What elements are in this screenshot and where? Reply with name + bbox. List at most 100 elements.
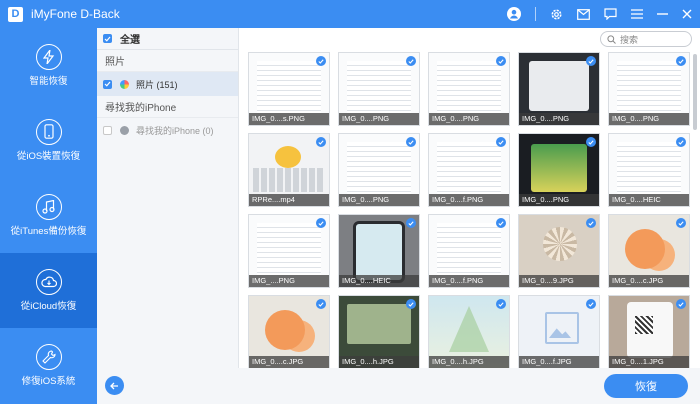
tile-checkbox[interactable] [406, 299, 416, 309]
photo-tile[interactable]: IMG_0....PNG [518, 133, 600, 207]
tile-checkbox[interactable] [676, 218, 686, 228]
wrench-icon [35, 343, 62, 370]
minimize-icon[interactable] [657, 9, 668, 19]
search-icon [607, 34, 616, 44]
photo-tile[interactable]: IMG_0....c.JPG [608, 214, 690, 288]
photo-tile[interactable]: IMG_0....f.PNG [428, 214, 510, 288]
photo-tile[interactable]: IMG_0....HEIC [338, 214, 420, 288]
sidebar-item-itunes-backup[interactable]: 從iTunes備份恢復 [0, 178, 97, 253]
photo-tile[interactable]: IMG_0....PNG [518, 52, 600, 126]
mail-icon[interactable] [577, 8, 590, 20]
tile-checkbox[interactable] [496, 299, 506, 309]
account-icon[interactable] [507, 7, 521, 21]
sidebar-item-repair-ios[interactable]: 修復iOS系統 [0, 328, 97, 403]
tile-checkbox[interactable] [496, 218, 506, 228]
tile-checkbox[interactable] [406, 137, 416, 147]
sidebar-item-smart-recovery[interactable]: 智能恢復 [0, 28, 97, 103]
photo-tile[interactable]: IMG_0....1.JPG [608, 295, 690, 369]
find-iphone-checkbox[interactable] [103, 125, 112, 135]
photo-tile[interactable]: RPRe....mp4 [248, 133, 330, 207]
titlebar-controls [507, 0, 692, 28]
sidebar-item-ios-device[interactable]: 從iOS裝置恢復 [0, 103, 97, 178]
tile-filename: IMG_0....s.PNG [249, 113, 329, 125]
find-iphone-icon [120, 125, 129, 135]
find-iphone-item-label: 尋找我的iPhone (0) [136, 125, 214, 136]
settings-icon[interactable] [550, 8, 563, 21]
tile-filename: IMG_0....9.JPG [519, 275, 599, 287]
tile-filename: IMG_0....h.JPG [339, 356, 419, 368]
tile-filename: IMG_0....HEIC [339, 275, 419, 287]
tile-checkbox[interactable] [586, 299, 596, 309]
photo-grid: IMG_0....s.PNG IMG_0....PNG IMG_0....PNG IM… [248, 52, 694, 369]
photos-app-icon [120, 79, 129, 89]
category-tree: 全選 照片 照片 (151) 尋找我的iPhone 尋找我的iPhone (0) [97, 28, 239, 376]
tile-checkbox[interactable] [316, 299, 326, 309]
tile-checkbox[interactable] [316, 56, 326, 66]
photo-tile[interactable]: IMG_....PNG [248, 214, 330, 288]
photo-tile[interactable]: IMG_0....h.JPG [338, 295, 420, 369]
music-icon [35, 193, 62, 220]
recover-button[interactable]: 恢復 [604, 374, 688, 398]
photo-tile[interactable]: IMG_0....PNG [608, 52, 690, 126]
photo-tile[interactable]: IMG_0....h.JPG [428, 295, 510, 369]
photo-tile[interactable]: IMG_0....c.JPG [248, 295, 330, 369]
search-box[interactable]: 搜索 [600, 31, 692, 47]
tile-checkbox[interactable] [406, 218, 416, 228]
photo-tile[interactable]: IMG_0....PNG [338, 133, 420, 207]
cloud-icon [35, 268, 62, 295]
photo-tile[interactable]: IMG_0....f.PNG [428, 133, 510, 207]
photo-tile[interactable]: IMG_0....HEIC [608, 133, 690, 207]
phone-icon [35, 118, 62, 145]
tile-filename: IMG_....PNG [249, 275, 329, 287]
app-logo: D [8, 6, 23, 22]
tile-checkbox[interactable] [586, 137, 596, 147]
sidebar-item-label: 修復iOS系統 [21, 375, 76, 387]
tile-checkbox[interactable] [586, 56, 596, 66]
tile-filename: IMG_0....PNG [609, 113, 689, 125]
photos-checkbox[interactable] [103, 79, 112, 89]
tile-checkbox[interactable] [676, 299, 686, 309]
tile-checkbox[interactable] [676, 56, 686, 66]
tile-checkbox[interactable] [676, 137, 686, 147]
back-arrow-icon [110, 382, 118, 389]
tile-filename: RPRe....mp4 [249, 194, 329, 206]
tile-filename: IMG_0....c.JPG [249, 356, 329, 368]
photo-tile[interactable]: IMG_0....PNG [428, 52, 510, 126]
tile-checkbox[interactable] [496, 56, 506, 66]
tile-checkbox[interactable] [316, 218, 326, 228]
tree-item-photos[interactable]: 照片 (151) [97, 72, 238, 96]
tile-filename: IMG_0....c.JPG [609, 275, 689, 287]
photo-tile[interactable]: IMG_0....f.JPG [518, 295, 600, 369]
tree-item-find-iphone[interactable]: 尋找我的iPhone (0) [97, 118, 238, 142]
sidebar-item-label: 智能恢復 [29, 75, 68, 87]
photo-tile[interactable]: IMG_0....s.PNG [248, 52, 330, 126]
tile-filename: IMG_0....f.PNG [429, 194, 509, 206]
tile-checkbox[interactable] [406, 56, 416, 66]
grid-scrollbar[interactable] [693, 54, 697, 130]
select-all-checkbox[interactable] [103, 34, 112, 43]
group-photos-header: 照片 [97, 50, 238, 72]
photo-tile[interactable]: IMG_0....PNG [338, 52, 420, 126]
select-all-row[interactable]: 全選 [97, 28, 238, 50]
titlebar-separator [535, 7, 536, 21]
sidebar-item-label: 從iOS裝置恢復 [16, 150, 81, 162]
tile-filename: IMG_0....PNG [519, 194, 599, 206]
sidebar: 智能恢復 從iOS裝置恢復 從iTunes備份恢復 從iCloud恢復 修復iO… [0, 28, 97, 404]
sidebar-item-icloud[interactable]: 從iCloud恢復 [0, 253, 97, 328]
tile-filename: IMG_0....f.PNG [429, 275, 509, 287]
tile-filename: IMG_0....PNG [519, 113, 599, 125]
app-title: iMyFone D-Back [31, 7, 120, 21]
close-icon[interactable] [682, 9, 692, 19]
tile-checkbox[interactable] [316, 137, 326, 147]
title-bar: D iMyFone D-Back [0, 0, 700, 28]
tile-checkbox[interactable] [586, 218, 596, 228]
tile-filename: IMG_0....h.JPG [429, 356, 509, 368]
feedback-icon[interactable] [604, 8, 617, 20]
menu-icon[interactable] [631, 9, 643, 19]
photos-item-label: 照片 (151) [136, 79, 178, 90]
back-button[interactable] [105, 376, 124, 395]
search-input[interactable]: 搜索 [620, 33, 638, 46]
photo-tile[interactable]: IMG_0....9.JPG [518, 214, 600, 288]
tile-checkbox[interactable] [496, 137, 506, 147]
photo-grid-area: 搜索 IMG_0....s.PNG IMG_0....PNG IMG_0....PN… [240, 28, 700, 369]
